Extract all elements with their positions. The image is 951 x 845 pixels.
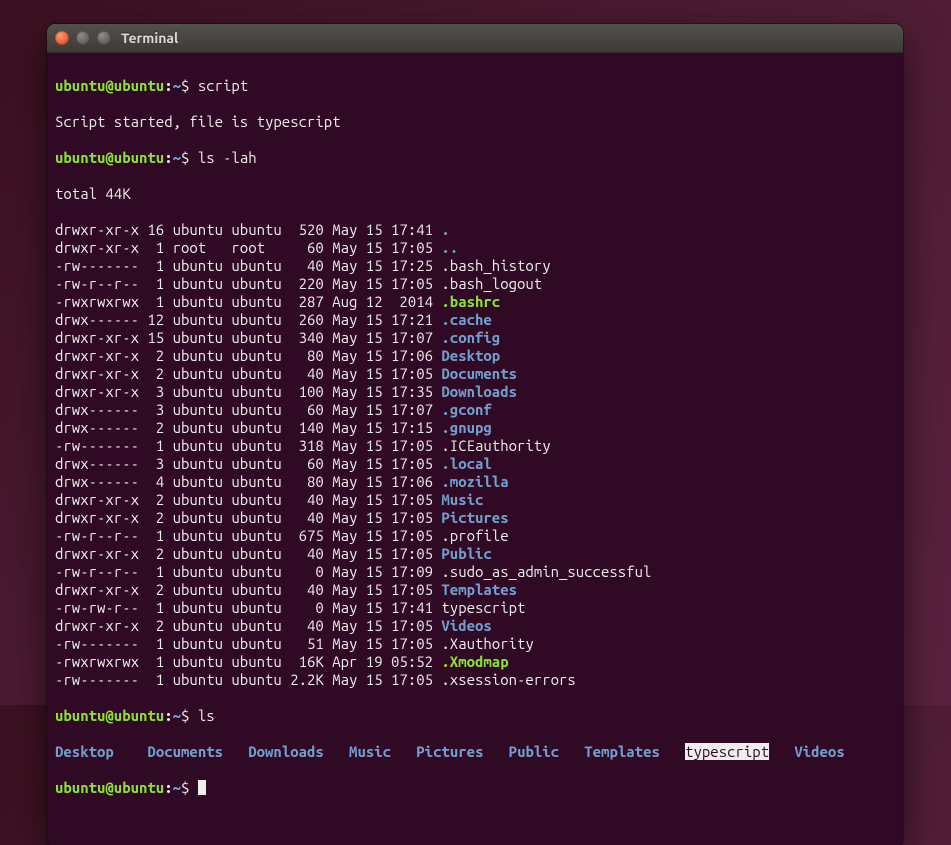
file-name: .local	[441, 455, 491, 472]
window-buttons	[55, 31, 111, 45]
ls-row: drwxr-xr-x 2 ubuntu ubuntu 40 May 15 17:…	[55, 545, 895, 563]
command-text: script	[198, 77, 248, 94]
ls-item-name: Pictures	[416, 743, 483, 760]
ls-item: Pictures	[416, 743, 508, 761]
ls-row: -rw-r--r-- 1 ubuntu ubuntu 220 May 15 17…	[55, 275, 895, 293]
file-name: Templates	[441, 581, 517, 598]
ls-row: -rw------- 1 ubuntu ubuntu 40 May 15 17:…	[55, 257, 895, 275]
ls-row: drwxr-xr-x 2 ubuntu ubuntu 40 May 15 17:…	[55, 581, 895, 599]
ls-row: drwxr-xr-x 1 root root 60 May 15 17:05 .…	[55, 239, 895, 257]
file-name: Documents	[441, 365, 517, 382]
output-line: total 44K	[55, 185, 895, 203]
ls-row: -rw-rw-r-- 1 ubuntu ubuntu 0 May 15 17:4…	[55, 599, 895, 617]
file-name: .config	[441, 329, 500, 346]
prompt-line: ubuntu@ubuntu:~$ script	[55, 77, 895, 95]
file-name: Desktop	[441, 347, 500, 364]
ls-item: Music	[349, 743, 416, 761]
ls-row: -rw-r--r-- 1 ubuntu ubuntu 675 May 15 17…	[55, 527, 895, 545]
command-text: ls	[198, 707, 215, 724]
ls-short-listing: Desktop Documents Downloads Music Pictur…	[55, 743, 895, 761]
cursor	[198, 780, 206, 795]
ls-row: -rw------- 1 ubuntu ubuntu 2.2K May 15 1…	[55, 671, 895, 689]
ls-item-name: Public	[509, 743, 559, 760]
file-name: .xsession-errors	[441, 671, 575, 688]
file-name: .gnupg	[441, 419, 491, 436]
ls-row: drwxr-xr-x 2 ubuntu ubuntu 80 May 15 17:…	[55, 347, 895, 365]
file-name: .Xmodmap	[441, 653, 508, 670]
maximize-icon[interactable]	[97, 31, 111, 45]
ls-row: drwxr-xr-x 2 ubuntu ubuntu 40 May 15 17:…	[55, 509, 895, 527]
file-name: .bashrc	[441, 293, 500, 310]
terminal-window: Terminal ubuntu@ubuntu:~$ script Script …	[47, 24, 903, 845]
ls-row: -rw------- 1 ubuntu ubuntu 318 May 15 17…	[55, 437, 895, 455]
ls-row: -rwxrwxrwx 1 ubuntu ubuntu 16K Apr 19 05…	[55, 653, 895, 671]
file-name: .ICEauthority	[441, 437, 550, 454]
prompt-line: ubuntu@ubuntu:~$ ls -lah	[55, 149, 895, 167]
prompt-path: ~	[173, 77, 181, 94]
ls-row: -rw------- 1 ubuntu ubuntu 51 May 15 17:…	[55, 635, 895, 653]
ls-long-listing: drwxr-xr-x 16 ubuntu ubuntu 520 May 15 1…	[55, 221, 895, 689]
file-name: .gconf	[441, 401, 491, 418]
file-name: .bash_logout	[441, 275, 542, 292]
ls-item-name: Videos	[794, 743, 844, 760]
file-name: Music	[441, 491, 483, 508]
prompt-line: ubuntu@ubuntu:~$ ls	[55, 707, 895, 725]
ls-row: drwx------ 12 ubuntu ubuntu 260 May 15 1…	[55, 311, 895, 329]
ls-item-name: Music	[349, 743, 391, 760]
ls-item: typescript	[685, 743, 794, 761]
file-name: .mozilla	[441, 473, 508, 490]
ls-row: drwx------ 3 ubuntu ubuntu 60 May 15 17:…	[55, 401, 895, 419]
ls-row: drwxr-xr-x 2 ubuntu ubuntu 40 May 15 17:…	[55, 491, 895, 509]
ls-item: Videos	[794, 743, 844, 761]
file-name: .bash_history	[441, 257, 550, 274]
file-name: .cache	[441, 311, 491, 328]
ls-row: drwx------ 2 ubuntu ubuntu 140 May 15 17…	[55, 419, 895, 437]
ls-item-name: Templates	[584, 743, 660, 760]
command-text: ls -lah	[198, 149, 257, 166]
file-name: .Xauthority	[441, 635, 533, 652]
window-title: Terminal	[121, 30, 178, 46]
ls-item-name: Downloads	[248, 743, 324, 760]
ls-row: drwxr-xr-x 2 ubuntu ubuntu 40 May 15 17:…	[55, 365, 895, 383]
ls-row: drwxr-xr-x 16 ubuntu ubuntu 520 May 15 1…	[55, 221, 895, 239]
file-name: ..	[441, 239, 458, 256]
titlebar[interactable]: Terminal	[47, 24, 903, 53]
terminal-output[interactable]: ubuntu@ubuntu:~$ script Script started, …	[47, 53, 903, 845]
output-line: Script started, file is typescript	[55, 113, 895, 131]
ls-item: Desktop	[55, 743, 147, 761]
ls-row: drwxr-xr-x 15 ubuntu ubuntu 340 May 15 1…	[55, 329, 895, 347]
ls-row: drwx------ 3 ubuntu ubuntu 60 May 15 17:…	[55, 455, 895, 473]
ls-row: drwx------ 4 ubuntu ubuntu 80 May 15 17:…	[55, 473, 895, 491]
prompt-user: ubuntu@ubuntu	[55, 77, 164, 94]
file-name: .profile	[441, 527, 508, 544]
minimize-icon[interactable]	[76, 31, 90, 45]
ls-item: Templates	[584, 743, 685, 761]
ls-item: Public	[509, 743, 585, 761]
close-icon[interactable]	[55, 31, 69, 45]
ls-row: -rw-r--r-- 1 ubuntu ubuntu 0 May 15 17:0…	[55, 563, 895, 581]
file-name: Downloads	[441, 383, 517, 400]
ls-item-name: Documents	[147, 743, 223, 760]
file-name: Videos	[441, 617, 491, 634]
ls-row: drwxr-xr-x 2 ubuntu ubuntu 40 May 15 17:…	[55, 617, 895, 635]
ls-row: -rwxrwxrwx 1 ubuntu ubuntu 287 Aug 12 20…	[55, 293, 895, 311]
file-name: Public	[441, 545, 491, 562]
file-name: typescript	[441, 599, 525, 616]
file-name: .	[441, 221, 449, 238]
ls-item: Documents	[147, 743, 248, 761]
ls-item-name: Desktop	[55, 743, 114, 760]
file-name: Pictures	[441, 509, 508, 526]
file-name: .sudo_as_admin_successful	[441, 563, 651, 580]
ls-row: drwxr-xr-x 3 ubuntu ubuntu 100 May 15 17…	[55, 383, 895, 401]
ls-item-name: typescript	[685, 743, 769, 760]
ls-item: Downloads	[248, 743, 349, 761]
prompt-line: ubuntu@ubuntu:~$	[55, 779, 895, 797]
